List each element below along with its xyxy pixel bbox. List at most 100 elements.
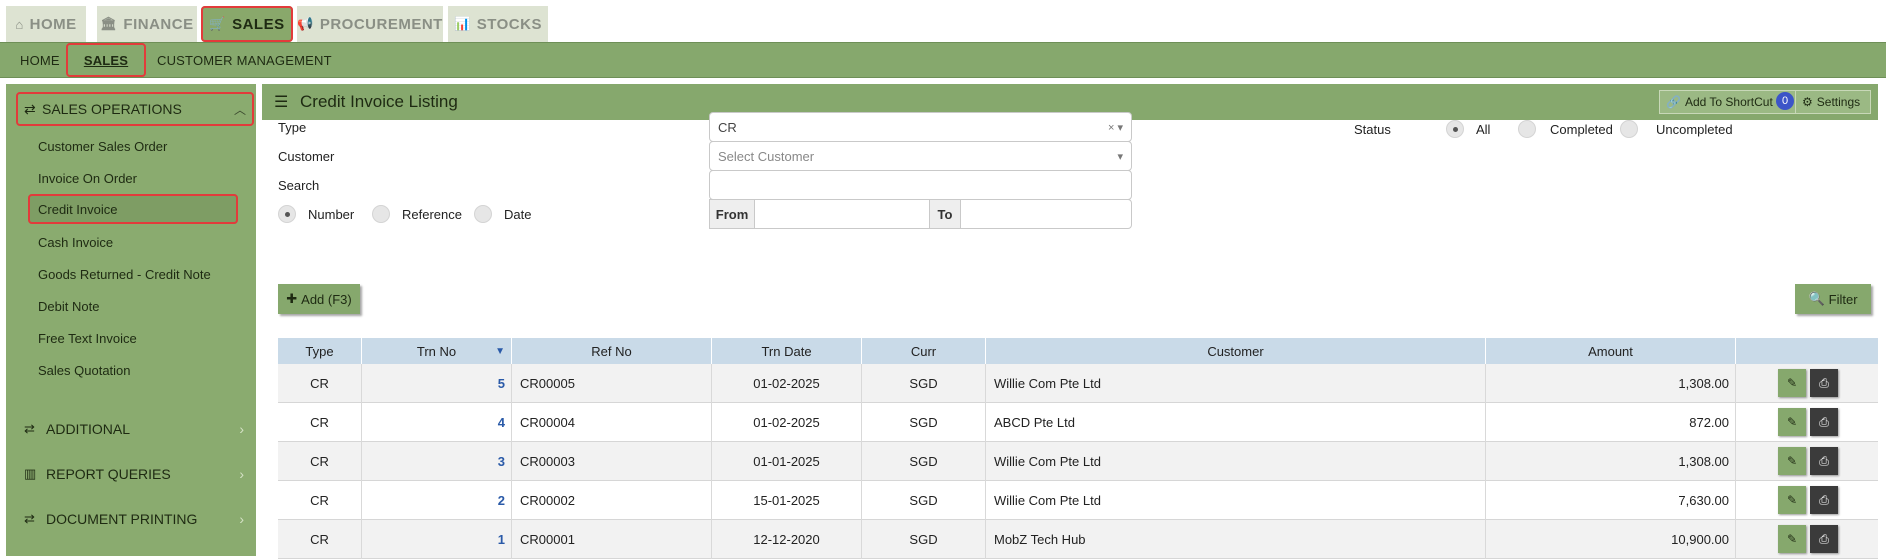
cell-customer: Willie Com Pte Ltd [986,364,1486,403]
hamburger-menu-icon[interactable]: ☰ [274,92,300,112]
cell-amount: 10,900.00 [1486,520,1736,559]
tab-sales[interactable]: 🛒 SALES [201,6,293,42]
bullhorn-icon: 📢 [297,16,314,31]
edit-icon[interactable]: ✎ [1778,369,1806,397]
cell-trn-no: 4 [362,403,512,442]
col-trn-no-label: Trn No [416,343,457,359]
tab-procurement[interactable]: 📢 PROCUREMENT [297,6,443,42]
edit-icon[interactable]: ✎ [1778,525,1806,553]
chevron-up-icon: ︿ [233,102,246,117]
search-by-reference-radio[interactable] [372,205,390,223]
status-uncompleted-radio[interactable] [1620,120,1638,138]
shortcut-count-badge: 0 [1776,92,1794,110]
sidebar-item-goods-returned[interactable]: Goods Returned - Credit Note [38,262,211,286]
sidebar-item-sales-quotation[interactable]: Sales Quotation [38,358,131,382]
sidebar-sales-operations[interactable]: ⇄ SALES OPERATIONS ︿ [16,92,254,126]
type-select[interactable]: CR × ▾ [709,112,1132,142]
sidebar-section-label: ADDITIONAL [46,421,131,437]
status-completed-radio[interactable] [1518,120,1536,138]
search-icon: 🔍 [1808,291,1825,306]
sidebar: ⇄ SALES OPERATIONS ︿ Customer Sales Orde… [6,84,256,556]
cell-amount: 872.00 [1486,403,1736,442]
print-icon[interactable]: ⎙ [1810,408,1838,436]
table-row[interactable]: CR 3 CR00003 01-01-2025 SGD Willie Com Pte Lt… [278,442,1878,481]
status-completed-label: Completed [1550,122,1613,137]
cell-trn-date: 01-01-2025 [712,442,862,481]
main-panel: ☰ Credit Invoice Listing 🔗 Add To ShortC… [262,84,1886,559]
chevron-down-icon: ▾ [1117,150,1123,163]
exchange-icon: ⇄ [24,100,36,117]
sidebar-item-label: Cash Invoice [38,234,114,250]
add-button[interactable]: ✚ Add (F3) [278,284,360,314]
col-curr-label: Curr [910,343,937,359]
sidebar-item-invoice-on-order[interactable]: Invoice On Order [38,166,137,190]
sidebar-item-customer-sales-order[interactable]: Customer Sales Order [38,134,167,158]
print-icon[interactable]: ⎙ [1810,525,1838,553]
search-input[interactable] [709,170,1132,200]
sidebar-item-label: Customer Sales Order [38,138,168,154]
col-trn-no[interactable]: Trn No ▼ [362,338,512,364]
to-date-input[interactable] [960,199,1132,229]
edit-icon[interactable]: ✎ [1778,408,1806,436]
sidebar-item-cash-invoice[interactable]: Cash Invoice [38,230,113,254]
tab-sales-label: SALES [232,15,285,33]
status-all-radio[interactable] [1446,120,1464,138]
edit-icon[interactable]: ✎ [1778,486,1806,514]
sidebar-item-debit-note[interactable]: Debit Note [38,294,99,318]
tab-stocks[interactable]: 📊 STOCKS [448,6,548,42]
print-icon[interactable]: ⎙ [1810,369,1838,397]
col-amount[interactable]: Amount [1486,338,1736,364]
filter-button-label: Filter [1828,291,1858,307]
settings-button[interactable]: ⚙ Settings [1795,90,1871,114]
add-to-shortcut-button[interactable]: 🔗 Add To ShortCut 0 [1659,90,1799,114]
subnav-sales[interactable]: SALES [66,43,146,77]
print-icon[interactable]: ⎙ [1810,486,1838,514]
search-by-date-radio[interactable] [474,205,492,223]
customer-select[interactable]: Select Customer ▾ [709,141,1132,171]
bar-chart-icon: ▥ [24,466,37,481]
col-curr[interactable]: Curr [862,338,986,364]
sidebar-item-label: Free Text Invoice [38,330,137,346]
search-by-number-radio[interactable] [278,205,296,223]
print-icon[interactable]: ⎙ [1810,447,1838,475]
tab-finance[interactable]: 🏛 FINANCE [97,6,197,42]
cell-curr: SGD [862,520,986,559]
col-amount-label: Amount [1588,343,1633,359]
type-value: CR [718,119,737,135]
col-type[interactable]: Type [278,338,362,364]
cell-customer: MobZ Tech Hub [986,520,1486,559]
table-header: Type Trn No ▼ Ref No Trn Date Curr Custo… [278,338,1878,364]
table-row[interactable]: CR 2 CR00002 15-01-2025 SGD Willie Com Pte Lt… [278,481,1878,520]
col-customer[interactable]: Customer [986,338,1486,364]
customer-label: Customer [278,149,335,164]
subnav-home[interactable]: HOME [20,43,60,77]
cell-amount: 1,308.00 [1486,442,1736,481]
status-uncompleted-label: Uncompleted [1656,122,1733,137]
cell-curr: SGD [862,403,986,442]
cell-amount: 1,308.00 [1486,364,1736,403]
edit-icon[interactable]: ✎ [1778,447,1806,475]
col-trn-date[interactable]: Trn Date [712,338,862,364]
sidebar-item-label: Sales Quotation [38,362,131,378]
add-to-shortcut-label: Add To ShortCut [1684,95,1773,109]
subnav-customer-management[interactable]: CUSTOMER MANAGEMENT [157,43,332,77]
col-trn-date-label: Trn Date [761,343,812,359]
sidebar-item-credit-invoice[interactable]: Credit Invoice [28,194,238,224]
sidebar-item-free-text-invoice[interactable]: Free Text Invoice [38,326,137,350]
tab-home-label: HOME [29,15,77,33]
from-date-input[interactable] [754,199,930,229]
to-label: To [937,206,953,222]
table-row[interactable]: CR 1 CR00001 12-12-2020 SGD MobZ Tech Hub 10,9… [278,520,1878,559]
sidebar-section-additional[interactable]: ⇄ ADDITIONAL › [18,414,254,444]
table-row[interactable]: CR 4 CR00004 01-02-2025 SGD ABCD Pte Ltd 872.0… [278,403,1878,442]
clear-and-dropdown-icon[interactable]: × ▾ [1108,121,1123,134]
col-ref-no[interactable]: Ref No [512,338,712,364]
filter-button[interactable]: 🔍 Filter [1795,284,1871,314]
col-type-label: Type [305,343,334,359]
add-button-label: Add (F3) [301,291,352,307]
table-row[interactable]: CR 5 CR00005 01-02-2025 SGD Willie Com Pte Lt… [278,364,1878,403]
sidebar-section-report-queries[interactable]: ▥ REPORT QUERIES › [18,459,254,489]
tab-finance-label: FINANCE [123,15,194,33]
sidebar-section-document-printing[interactable]: ⇄ DOCUMENT PRINTING › [18,504,254,534]
tab-home[interactable]: ⌂ HOME [6,6,86,42]
